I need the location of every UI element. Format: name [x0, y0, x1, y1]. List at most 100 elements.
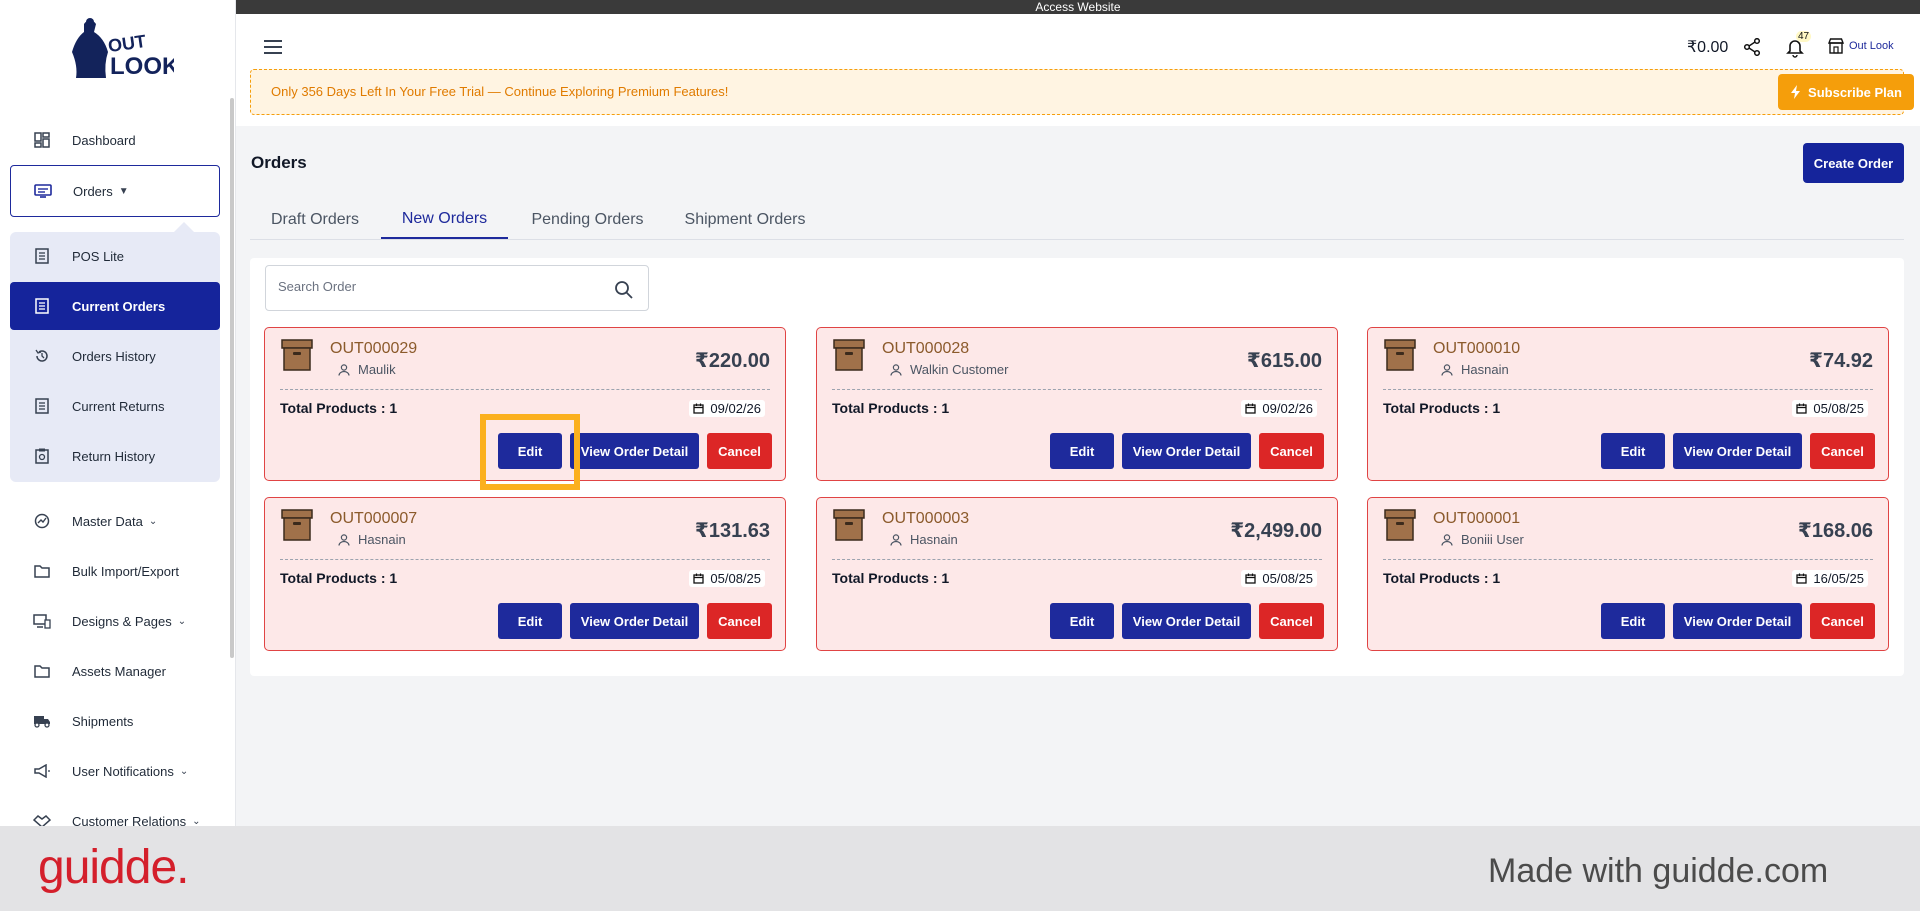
- sidebar-item-label: Return History: [72, 448, 156, 464]
- megaphone-icon: [32, 761, 52, 781]
- user-icon: [1441, 363, 1453, 376]
- cancel-button[interactable]: Cancel: [1810, 433, 1875, 469]
- search-box: [265, 265, 649, 311]
- tab-pending-orders[interactable]: Pending Orders: [510, 200, 665, 239]
- subscribe-plan-button[interactable]: Subscribe Plan: [1778, 74, 1914, 110]
- sidebar-item-return-history[interactable]: Return History: [10, 434, 220, 478]
- sidebar-item-current-returns[interactable]: Current Returns: [10, 384, 220, 428]
- sidebar-item-master-data[interactable]: Master Data ⌄: [10, 499, 220, 543]
- view-order-detail-button[interactable]: View Order Detail: [1122, 433, 1251, 469]
- sidebar-item-current-orders[interactable]: Current Orders: [10, 282, 220, 330]
- sidebar-item-pos-lite[interactable]: POS Lite: [10, 234, 220, 278]
- cancel-button[interactable]: Cancel: [1810, 603, 1875, 639]
- cancel-button[interactable]: Cancel: [1259, 603, 1324, 639]
- cancel-button[interactable]: Cancel: [707, 433, 772, 469]
- cancel-button[interactable]: Cancel: [707, 603, 772, 639]
- order-amount: ₹220.00: [694, 350, 770, 372]
- tab-new-orders[interactable]: New Orders: [381, 200, 508, 239]
- store-icon[interactable]: [1828, 38, 1844, 54]
- cancel-button[interactable]: Cancel: [1259, 433, 1324, 469]
- sidebar-item-designs-pages[interactable]: Designs & Pages ⌄: [10, 599, 220, 643]
- card-divider: [280, 389, 770, 390]
- edit-button[interactable]: Edit: [1050, 433, 1114, 469]
- sidebar-item-customer-relations[interactable]: Customer Relations ⌄: [10, 799, 220, 826]
- trial-banner: Only 356 Days Left In Your Free Trial — …: [250, 69, 1914, 115]
- returns-icon: [32, 396, 52, 416]
- history-icon: [32, 346, 52, 366]
- edit-button[interactable]: Edit: [1601, 433, 1665, 469]
- total-products-label: Total Products :: [1383, 400, 1493, 416]
- customer: Hasnain: [1441, 362, 1509, 377]
- sidebar-item-user-notifications[interactable]: User Notifications ⌄: [10, 749, 220, 793]
- order-date-value: 05/08/25: [1813, 401, 1864, 416]
- sidebar-item-label: Customer Relations: [72, 813, 187, 827]
- order-date-value: 05/08/25: [710, 571, 761, 586]
- edit-button[interactable]: Edit: [1050, 603, 1114, 639]
- sidebar-item-shipments[interactable]: Shipments: [10, 699, 220, 743]
- sidebar-item-bulk-import-export[interactable]: Bulk Import/Export: [10, 549, 220, 593]
- store-name[interactable]: Out Look: [1849, 40, 1894, 52]
- view-order-detail-button[interactable]: View Order Detail: [1673, 433, 1802, 469]
- order-date-value: 05/08/25: [1262, 571, 1313, 586]
- made-with-text: Made with guidde.com: [1488, 852, 1829, 890]
- edit-button[interactable]: Edit: [1601, 603, 1665, 639]
- create-order-button[interactable]: Create Order: [1803, 143, 1904, 183]
- order-id[interactable]: OUT000028: [882, 340, 969, 358]
- view-order-detail-button[interactable]: View Order Detail: [570, 603, 699, 639]
- folder-icon: [32, 661, 52, 681]
- view-order-detail-button[interactable]: View Order Detail: [1122, 603, 1251, 639]
- order-id[interactable]: OUT000007: [330, 510, 417, 528]
- customer-name: Hasnain: [910, 532, 958, 547]
- current-orders-icon: [32, 296, 52, 316]
- user-icon: [890, 363, 902, 376]
- total-products: Total Products : 1: [832, 400, 949, 416]
- order-id[interactable]: OUT000010: [1433, 340, 1520, 358]
- sidebar-item-label: Dashboard: [72, 132, 136, 148]
- order-amount: ₹615.00: [1246, 350, 1322, 372]
- sidebar-scrollbar[interactable]: [230, 98, 234, 658]
- tab-draft-orders[interactable]: Draft Orders: [250, 200, 380, 239]
- view-order-detail-button[interactable]: View Order Detail: [1673, 603, 1802, 639]
- sidebar-item-label: Shipments: [72, 713, 134, 729]
- total-products-label: Total Products :: [832, 570, 942, 586]
- chevron-down-icon: ⌄: [177, 615, 187, 627]
- sidebar-item-dashboard[interactable]: Dashboard: [10, 118, 220, 162]
- order-id[interactable]: OUT000003: [882, 510, 969, 528]
- order-id[interactable]: OUT000029: [330, 340, 417, 358]
- view-order-detail-button[interactable]: View Order Detail: [570, 433, 699, 469]
- total-products: Total Products : 1: [832, 570, 949, 586]
- customer: Hasnain: [890, 532, 958, 547]
- lightning-icon: [1791, 85, 1801, 99]
- card-divider: [1383, 559, 1873, 560]
- sidebar-item-orders[interactable]: Orders ▼: [10, 165, 220, 217]
- total-products: Total Products : 1: [1383, 400, 1500, 416]
- order-id[interactable]: OUT000001: [1433, 510, 1520, 528]
- total-products-value: 1: [389, 400, 398, 416]
- access-website-bar[interactable]: Access Website: [236, 0, 1920, 14]
- wallet-balance[interactable]: ₹0.00: [1687, 37, 1728, 57]
- notification-count-badge: 47: [1796, 31, 1812, 42]
- share-icon[interactable]: [1743, 38, 1761, 56]
- user-icon: [890, 533, 902, 546]
- edit-button[interactable]: Edit: [498, 603, 562, 639]
- order-date: 09/02/26: [1241, 400, 1317, 417]
- menu-icon[interactable]: [264, 40, 282, 54]
- trial-message: Only 356 Days Left In Your Free Trial — …: [271, 84, 729, 99]
- total-products: Total Products : 1: [280, 570, 397, 586]
- total-products-value: 1: [1492, 570, 1501, 586]
- tab-shipment-orders[interactable]: Shipment Orders: [665, 200, 825, 239]
- sidebar-item-assets-manager[interactable]: Assets Manager: [10, 649, 220, 693]
- handshake-icon: [32, 811, 52, 826]
- total-products: Total Products : 1: [280, 400, 397, 416]
- order-date-value: 09/02/26: [1262, 401, 1313, 416]
- outlook-logo[interactable]: OUT LOOK: [64, 14, 174, 82]
- edit-button[interactable]: Edit: [498, 433, 562, 469]
- folder-icon: [32, 561, 52, 581]
- search-icon[interactable]: [614, 280, 634, 300]
- order-date-value: 09/02/26: [710, 401, 761, 416]
- sidebar-item-orders-history[interactable]: Orders History: [10, 334, 220, 378]
- total-products-value: 1: [941, 400, 950, 416]
- customer-name: Boniii User: [1461, 532, 1524, 547]
- total-products-label: Total Products :: [280, 570, 390, 586]
- search-input[interactable]: [278, 279, 598, 294]
